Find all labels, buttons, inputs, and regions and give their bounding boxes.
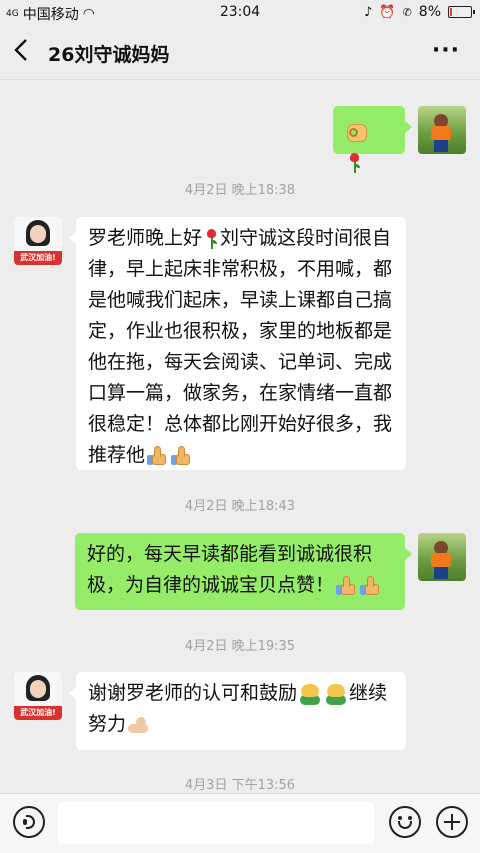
thumbs-up-icon [146, 445, 168, 467]
message-bubble-outgoing[interactable] [333, 106, 412, 173]
message-bubble-incoming[interactable]: 罗老师晚上好 刘守诚这段时间很自律，早上起床非常积极，不用喊，都是他喊我们起床，早… [69, 217, 406, 470]
battery-icon [448, 6, 475, 18]
message-bubble-outgoing[interactable]: 好的，每天早读都能看到诚诚很积极，为自律的诚诚宝贝点赞！ [75, 533, 412, 610]
avatar[interactable] [418, 533, 466, 581]
input-bar [0, 793, 480, 853]
avatar[interactable]: 武汉加油! [14, 217, 62, 265]
thumbs-up-icon [359, 575, 381, 597]
avatar-banner: 武汉加油! [14, 706, 62, 720]
timestamp: 4月2日 晚上19:35 [184, 639, 296, 654]
message-bubble-incoming[interactable]: 谢谢罗老师的认可和鼓励 继续努力 [69, 672, 406, 750]
chat-header: 26刘守诚妈妈 ··· [0, 26, 480, 80]
message-list[interactable]: 4月2日 晚上18:38 武汉加油! 罗老师晚上好 刘守诚这段时间很自律，早上起床… [0, 80, 480, 793]
message-text: 谢谢罗老师的认可和鼓励 [88, 682, 298, 704]
emoji-button[interactable] [389, 806, 421, 838]
message-input[interactable] [58, 802, 374, 844]
timestamp: 4月2日 晚上18:38 [184, 183, 296, 198]
voice-button[interactable] [13, 806, 45, 838]
message-text: 好的，每天早读都能看到诚诚很积极，为自律的诚诚宝贝点赞！ [87, 543, 373, 596]
message-text: 罗老师晚上好 [88, 227, 203, 249]
chat-title: 26刘守诚妈妈 [48, 44, 170, 66]
rose-icon [204, 228, 218, 250]
avatar[interactable]: 武汉加油! [14, 672, 62, 720]
alarm-icon: ⏰ [379, 4, 396, 20]
avatar-banner: 武汉加油! [14, 251, 62, 265]
message-text: 刘守诚这段时间很自律，早上起床非常积极，不用喊，都是他喊我们起床，早读上课都自己… [88, 227, 393, 466]
hd-call-icon: ✆ [402, 5, 412, 19]
battery-percent: 8% [418, 4, 441, 20]
frog-icon [324, 682, 348, 706]
flexed-biceps-icon [126, 714, 150, 736]
timestamp: 4月3日 下午13:56 [184, 778, 296, 793]
frog-icon [298, 682, 322, 706]
timestamp: 4月2日 晚上18:43 [184, 499, 296, 514]
plus-button[interactable] [436, 806, 468, 838]
mute-icon: ♪ [364, 4, 373, 20]
chevron-left-icon [14, 39, 27, 61]
rose-icon [347, 152, 361, 174]
thumbs-up-icon [170, 445, 192, 467]
ok-hand-icon [345, 120, 369, 144]
avatar[interactable] [418, 106, 466, 154]
status-bar: 4G 中国移动 ◠ 23:04 ♪ ⏰ ✆ 8% [0, 0, 480, 26]
more-button[interactable]: ··· [432, 38, 460, 63]
back-button[interactable] [14, 38, 40, 68]
thumbs-up-icon [335, 575, 357, 597]
